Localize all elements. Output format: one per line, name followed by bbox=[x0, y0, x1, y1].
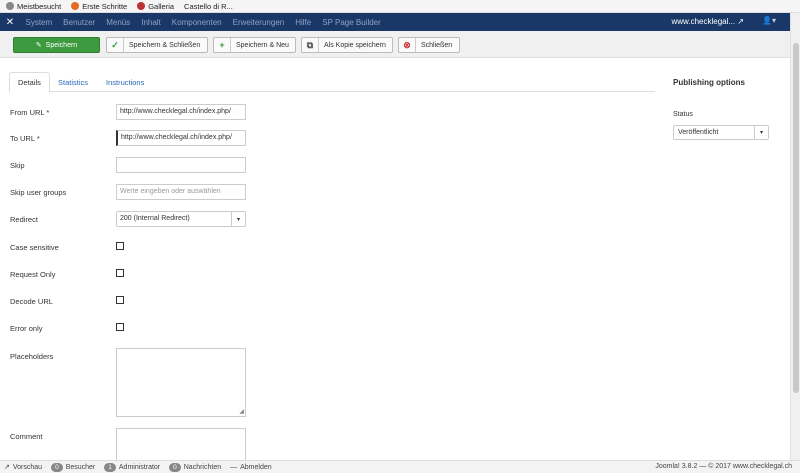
menu-menus[interactable]: Menüs bbox=[101, 18, 136, 27]
user-menu-icon[interactable]: 👤▾ bbox=[762, 16, 776, 25]
copy-icon: ⧉ bbox=[302, 38, 319, 52]
scrollbar-thumb[interactable] bbox=[793, 43, 799, 393]
bookmark-galleria[interactable]: Galleria bbox=[137, 2, 174, 11]
messages-link[interactable]: 0 Nachrichten bbox=[169, 462, 221, 472]
from-url-input[interactable]: http://www.checklegal.ch/index.php/ bbox=[116, 104, 246, 120]
tab-bar: Details Statistics Instructions bbox=[9, 72, 655, 93]
tab-instructions[interactable]: Instructions bbox=[98, 72, 152, 92]
skip-user-groups-label: Skip user groups bbox=[10, 188, 67, 197]
minus-icon: — bbox=[230, 463, 238, 471]
logout-link[interactable]: — Abmelden bbox=[230, 464, 272, 471]
tab-details[interactable]: Details bbox=[9, 72, 50, 93]
check-icon: ✓ bbox=[107, 38, 124, 52]
administrator-link[interactable]: 1 Administrator bbox=[104, 462, 160, 472]
from-url-label: From URL * bbox=[10, 108, 50, 117]
menu-components[interactable]: Komponenten bbox=[166, 18, 227, 27]
placeholders-label: Placeholders bbox=[10, 352, 54, 361]
decode-url-checkbox[interactable] bbox=[116, 296, 124, 304]
bookmark-castello[interactable]: Castello di R... bbox=[184, 2, 233, 11]
admin-navbar: ✕ System Benutzer Menüs Inhalt Komponent… bbox=[0, 13, 790, 31]
bookmark-most-visited[interactable]: Meistbesucht bbox=[6, 2, 61, 11]
preview-link[interactable]: ↗ Vorschau bbox=[4, 463, 42, 472]
site-icon bbox=[137, 2, 146, 10]
page-scrollbar[interactable] bbox=[790, 13, 800, 460]
status-bar: ↗ Vorschau 0 Besucher 1 Administrator 0 Nach… bbox=[0, 460, 800, 473]
request-only-label: Request Only bbox=[10, 270, 56, 279]
footer-copyright: Joomla! 3.8.2 — © 2017 www.checklegal.ch bbox=[655, 463, 792, 470]
comment-label: Comment bbox=[10, 432, 43, 441]
save-button[interactable]: ✎ Speichern bbox=[13, 37, 100, 53]
visitors-count-badge: 0 bbox=[51, 462, 63, 472]
save-new-button[interactable]: + Speichern & Neu bbox=[213, 37, 296, 53]
admin-count-badge: 1 bbox=[104, 462, 116, 472]
status-select[interactable]: Veröffentlicht ▾ bbox=[673, 125, 769, 140]
chevron-down-icon: ▾ bbox=[754, 126, 768, 139]
bookmark-first-steps[interactable]: Erste Schritte bbox=[71, 2, 127, 11]
close-button[interactable]: ⊗ Schließen bbox=[398, 37, 460, 53]
menu-extensions[interactable]: Erweiterungen bbox=[227, 18, 290, 27]
request-only-checkbox[interactable] bbox=[116, 269, 124, 277]
bookmarks-bar: Meistbesucht Erste Schritte Galleria Cas… bbox=[0, 0, 800, 13]
skip-user-groups-input[interactable]: Werte eingeben oder auswählen bbox=[116, 184, 246, 200]
placeholders-textarea[interactable]: ◢ bbox=[116, 348, 246, 417]
external-link-icon: ↗ bbox=[737, 17, 744, 26]
error-only-checkbox[interactable] bbox=[116, 323, 124, 331]
redirect-select[interactable]: 200 (Internal Redirect) ▾ bbox=[116, 211, 246, 227]
status-label: Status bbox=[673, 111, 693, 118]
external-link-icon: ↗ bbox=[4, 464, 10, 471]
to-url-label: To URL * bbox=[10, 134, 40, 143]
error-only-label: Error only bbox=[10, 324, 43, 333]
joomla-logo-icon[interactable]: ✕ bbox=[0, 13, 20, 31]
tab-statistics[interactable]: Statistics bbox=[50, 72, 96, 92]
skip-input[interactable] bbox=[116, 157, 246, 173]
menu-content[interactable]: Inhalt bbox=[136, 18, 167, 27]
menu-help[interactable]: Hilfe bbox=[290, 18, 317, 27]
save-copy-button[interactable]: ⧉ Als Kopie speichern bbox=[301, 37, 393, 53]
edit-icon: ✎ bbox=[35, 42, 42, 49]
publishing-options-title: Publishing options bbox=[673, 78, 745, 87]
save-close-button[interactable]: ✓ Speichern & Schließen bbox=[106, 37, 208, 53]
site-link[interactable]: www.checklegal... ↗ bbox=[671, 17, 744, 26]
admin-menu: System Benutzer Menüs Inhalt Komponenten… bbox=[20, 18, 386, 27]
decode-url-label: Decode URL bbox=[10, 297, 53, 306]
resize-grip-icon[interactable]: ◢ bbox=[239, 408, 244, 415]
skip-label: Skip bbox=[10, 161, 25, 170]
to-url-input[interactable]: http://www.checklegal.ch/index.php/ bbox=[116, 130, 246, 146]
gear-icon bbox=[6, 2, 14, 10]
redirect-label: Redirect bbox=[10, 215, 38, 224]
menu-sp-page-builder[interactable]: SP Page Builder bbox=[317, 18, 387, 27]
menu-users[interactable]: Benutzer bbox=[58, 18, 101, 27]
toolbar: ✎ Speichern ✓ Speichern & Schließen + Speic… bbox=[0, 31, 790, 58]
messages-count-badge: 0 bbox=[169, 462, 181, 472]
comment-textarea[interactable] bbox=[116, 428, 246, 460]
case-sensitive-checkbox[interactable] bbox=[116, 242, 124, 250]
menu-system[interactable]: System bbox=[20, 18, 58, 27]
chevron-down-icon: ▾ bbox=[231, 212, 245, 226]
visitors-link[interactable]: 0 Besucher bbox=[51, 462, 95, 472]
plus-icon: + bbox=[214, 38, 231, 52]
close-icon: ⊗ bbox=[399, 38, 416, 52]
firefox-icon bbox=[71, 2, 80, 10]
case-sensitive-label: Case sensitive bbox=[10, 243, 59, 252]
